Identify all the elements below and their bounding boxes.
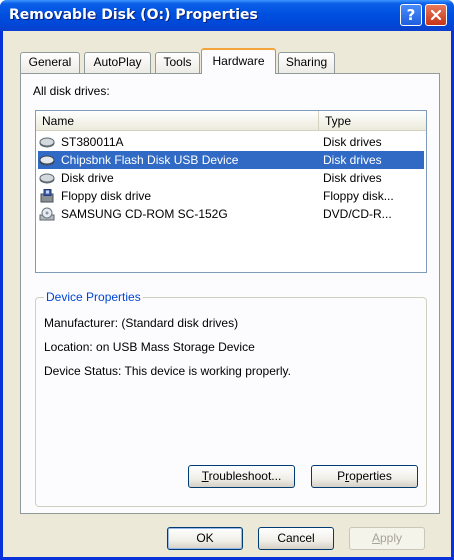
device-type: Disk drives [323,135,382,149]
group-title: Device Properties [44,290,143,304]
title-bar[interactable]: Removable Disk (O:) Properties ? [0,0,454,31]
ok-button[interactable]: OK [167,527,243,550]
cd-drive-icon [39,207,55,221]
column-header-type[interactable]: Type [319,111,426,131]
device-properties-group: Device Properties Manufacturer: (Standar… [35,290,427,507]
list-item-selected[interactable]: Chipsbnk Flash Disk USB Device Disk driv… [38,151,424,169]
all-disk-drives-label: All disk drives: [33,84,110,98]
properties-dialog: Removable Disk (O:) Properties ? General… [0,0,454,560]
close-button[interactable] [425,4,447,26]
device-type: Floppy disk... [323,189,394,203]
troubleshoot-mnemonic: T [201,469,209,483]
properties-button[interactable]: Properties [311,465,418,488]
apply-label: pply [380,531,403,545]
list-item[interactable]: Disk drive Disk drives [38,169,424,187]
list-item[interactable]: SAMSUNG CD-ROM SC-152G DVD/CD-R... [38,205,424,223]
tab-sharing[interactable]: Sharing [278,52,335,73]
tab-tools[interactable]: Tools [155,52,200,73]
device-type: Disk drives [323,153,382,167]
manufacturer-text: Manufacturer: (Standard disk drives) [44,316,239,330]
tab-hardware[interactable]: Hardware [201,48,276,74]
device-name: Floppy disk drive [61,189,152,203]
device-name: SAMSUNG CD-ROM SC-152G [61,207,228,221]
location-text: Location: on USB Mass Storage Device [44,340,255,354]
troubleshoot-label: roubleshoot... [208,469,282,483]
tab-general[interactable]: General [20,52,80,73]
properties-label: operties [349,469,392,483]
tab-autoplay[interactable]: AutoPlay [84,52,151,73]
device-status-text: Device Status: This device is working pr… [44,364,291,378]
cancel-button[interactable]: Cancel [258,527,334,550]
list-header: Name Type [36,111,426,131]
list-item[interactable]: Floppy disk drive Floppy disk... [38,187,424,205]
list-item[interactable]: ST380011A Disk drives [38,133,424,151]
column-header-name[interactable]: Name [36,111,319,131]
hard-disk-icon [39,155,55,166]
device-name: Chipsbnk Flash Disk USB Device [61,153,239,167]
hard-disk-icon [39,137,55,148]
device-type: Disk drives [323,171,382,185]
apply-mnemonic: A [371,531,380,545]
floppy-drive-icon [40,189,54,203]
close-icon [430,9,442,21]
disk-drives-list[interactable]: Name Type ST380011A Disk drives Chipsbnk… [35,110,427,273]
help-button[interactable]: ? [400,4,422,26]
properties-label-prefix: P [337,469,346,483]
hardware-tab-panel: All disk drives: Name Type ST380011A Dis… [20,73,440,514]
apply-button[interactable]: Apply [349,527,425,550]
window-title: Removable Disk (O:) Properties [9,7,258,23]
troubleshoot-button[interactable]: Troubleshoot... [188,465,295,488]
question-mark-icon: ? [406,6,416,24]
device-type: DVD/CD-R... [323,207,392,221]
hard-disk-icon [39,173,55,184]
